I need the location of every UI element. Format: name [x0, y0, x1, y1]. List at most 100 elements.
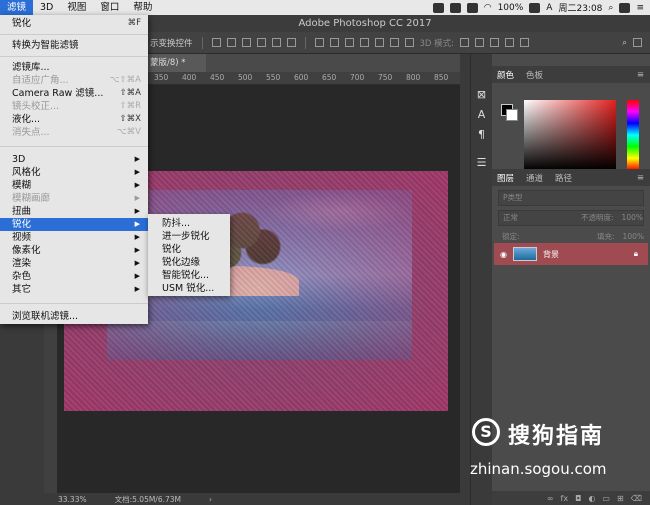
- ruler-mark: 350: [154, 73, 169, 82]
- menu-item[interactable]: 液化... ⇧⌘X: [0, 113, 148, 126]
- auto-align-icon[interactable]: [404, 38, 414, 47]
- ruler-mark: 550: [266, 73, 281, 82]
- input-source-icon[interactable]: A: [546, 3, 552, 13]
- avatar[interactable]: [619, 2, 631, 13]
- chevron-right-icon[interactable]: ›: [209, 495, 212, 504]
- history-icon[interactable]: ⊠: [475, 88, 489, 102]
- menu-separator: [0, 34, 148, 35]
- hue-slider[interactable]: [627, 100, 639, 170]
- distribute-left-icon[interactable]: [359, 38, 369, 47]
- fx-icon[interactable]: fx: [561, 494, 569, 503]
- submenu-item[interactable]: 锐化: [148, 243, 230, 256]
- menu-item-convert-smart-filter[interactable]: 转换为智能滤镜: [0, 39, 148, 52]
- 3d-roll-icon[interactable]: [475, 38, 485, 47]
- 3d-slide-icon[interactable]: [505, 38, 515, 47]
- tab-channels[interactable]: 通道: [526, 172, 543, 184]
- submenu-item[interactable]: USM 锐化...: [148, 282, 230, 295]
- menu-item-submenu[interactable]: 杂色 ▶: [0, 270, 148, 283]
- menu-item-submenu[interactable]: 视频 ▶: [0, 231, 148, 244]
- shortcut: ⇧⌘A: [119, 88, 141, 98]
- menu-help[interactable]: 帮助: [126, 0, 159, 15]
- tab-layers[interactable]: 图层: [497, 172, 514, 184]
- new-layer-icon[interactable]: ⊞: [617, 494, 624, 503]
- menu-separator: [0, 303, 148, 304]
- blend-mode-select[interactable]: 正常: [503, 211, 518, 225]
- character-icon[interactable]: A: [475, 108, 489, 122]
- menu-item-submenu[interactable]: 其它 ▶: [0, 283, 148, 296]
- menu-item-submenu[interactable]: 像素化 ▶: [0, 244, 148, 257]
- qq-icon[interactable]: [432, 2, 444, 13]
- tab-paths[interactable]: 路径: [555, 172, 572, 184]
- distribute-bottom-icon[interactable]: [344, 38, 354, 47]
- distribute-right-icon[interactable]: [389, 38, 399, 47]
- menu-3d[interactable]: 3D: [33, 0, 60, 15]
- align-top-icon[interactable]: [211, 38, 221, 47]
- menu-item-browse-online[interactable]: 浏览联机滤镜...: [0, 310, 148, 323]
- 3d-scale-icon[interactable]: [520, 38, 530, 47]
- align-right-icon[interactable]: [286, 38, 296, 47]
- menu-item-label: 扭曲: [12, 206, 32, 217]
- delete-layer-icon[interactable]: ⌫: [631, 494, 642, 503]
- menu-item-submenu[interactable]: 扭曲 ▶: [0, 205, 148, 218]
- submenu-item[interactable]: 进一步锐化: [148, 230, 230, 243]
- workspace-icon[interactable]: [633, 38, 642, 47]
- menu-item-submenu: 模糊画廊 ▶: [0, 192, 148, 205]
- battery-icon[interactable]: [529, 2, 541, 13]
- notification-icon[interactable]: ≡: [636, 3, 644, 13]
- tab-color[interactable]: 颜色: [497, 69, 514, 81]
- menu-item-last-filter[interactable]: 锐化 ⌘F: [0, 17, 148, 30]
- distribute-hcenter-icon[interactable]: [374, 38, 384, 47]
- menu-item-label: 镜头校正...: [12, 101, 60, 112]
- document-tab[interactable]: 蒙版/8) *: [148, 54, 206, 72]
- paragraph-icon[interactable]: ¶: [475, 128, 489, 142]
- align-left-icon[interactable]: [256, 38, 266, 47]
- menu-view[interactable]: 视图: [60, 0, 93, 15]
- color-field[interactable]: [524, 100, 616, 170]
- layer-kind-filter[interactable]: P类型: [498, 190, 644, 206]
- doc-size[interactable]: 文档:5.05M/6.73M: [115, 494, 181, 505]
- menu-item[interactable]: Camera Raw 滤镜... ⇧⌘A: [0, 87, 148, 100]
- wifi-icon[interactable]: ◠: [484, 3, 492, 13]
- distribute-vcenter-icon[interactable]: [329, 38, 339, 47]
- zoom-level[interactable]: 33.33%: [58, 495, 87, 504]
- layer-row[interactable]: ◉ 背景 🔒︎: [494, 243, 648, 265]
- align-bottom-icon[interactable]: [241, 38, 251, 47]
- new-group-icon[interactable]: ▭: [602, 494, 610, 503]
- menu-item-submenu[interactable]: 锐化 ▶: [0, 218, 148, 231]
- panel-menu-icon[interactable]: ≡: [637, 70, 644, 80]
- distribute-top-icon[interactable]: [314, 38, 324, 47]
- align-vcenter-icon[interactable]: [226, 38, 236, 47]
- sync-icon[interactable]: [466, 2, 478, 13]
- show-transform-label[interactable]: 示变换控件: [150, 37, 193, 49]
- add-mask-icon[interactable]: ◘: [575, 494, 581, 503]
- tab-swatches[interactable]: 色板: [526, 69, 543, 81]
- properties-icon[interactable]: ☰: [475, 156, 489, 170]
- link-layers-icon[interactable]: ∞: [547, 494, 554, 503]
- battery-label[interactable]: 100%: [498, 3, 524, 13]
- submenu-item[interactable]: 锐化边缘: [148, 256, 230, 269]
- layer-name[interactable]: 背景: [543, 249, 559, 260]
- background-color-swatch[interactable]: [506, 109, 518, 121]
- submenu-item[interactable]: 智能锐化...: [148, 269, 230, 282]
- menu-window[interactable]: 窗口: [93, 0, 126, 15]
- clock[interactable]: 周二23:08: [558, 1, 602, 14]
- cloud-icon[interactable]: [449, 2, 461, 13]
- align-hcenter-icon[interactable]: [271, 38, 281, 47]
- opacity-value[interactable]: 100%: [622, 211, 643, 225]
- layers-footer: ∞ fx ◘ ◐ ▭ ⊞ ⌫: [492, 491, 650, 505]
- blend-mode-row: 正常 不透明度: 100%: [498, 210, 644, 226]
- menu-item-submenu[interactable]: 风格化 ▶: [0, 166, 148, 179]
- panel-menu-icon[interactable]: ≡: [637, 173, 644, 183]
- menu-item-submenu[interactable]: 渲染 ▶: [0, 257, 148, 270]
- menu-item-submenu[interactable]: 3D ▶: [0, 153, 148, 166]
- menu-item[interactable]: 滤镜库...: [0, 61, 148, 74]
- adjustment-layer-icon[interactable]: ◐: [588, 494, 595, 503]
- menu-filter[interactable]: 滤镜: [0, 0, 34, 15]
- menu-item-submenu[interactable]: 模糊 ▶: [0, 179, 148, 192]
- 3d-rotate-icon[interactable]: [460, 38, 470, 47]
- visibility-eye-icon[interactable]: ◉: [500, 250, 507, 259]
- spotlight-icon[interactable]: ⌕: [608, 3, 613, 13]
- 3d-pan-icon[interactable]: [490, 38, 500, 47]
- search-icon[interactable]: ⌕: [622, 38, 627, 48]
- submenu-item[interactable]: 防抖...: [148, 217, 230, 230]
